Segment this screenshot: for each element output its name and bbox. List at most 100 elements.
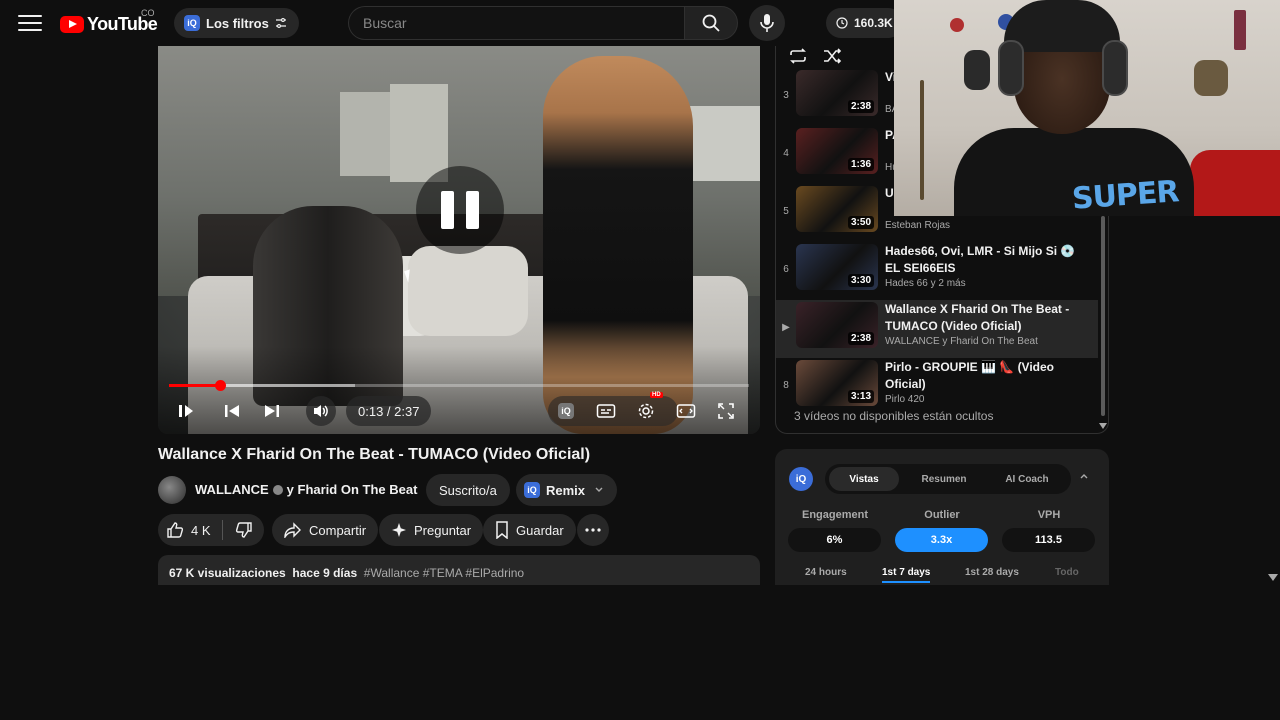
- menu-icon[interactable]: [18, 12, 42, 34]
- youtube-logo[interactable]: YouTube CO: [60, 8, 158, 36]
- playlist-item-thumbnail[interactable]: 2:38: [796, 70, 878, 116]
- remix-button[interactable]: iQ Remix: [516, 474, 618, 506]
- analytics-tabs: Vistas Resumen AI Coach: [825, 464, 1071, 494]
- country-code: CO: [141, 8, 155, 18]
- description-box[interactable]: 67 K visualizaciones hace 9 días #Wallan…: [158, 555, 760, 585]
- bookmark-icon: [496, 521, 508, 539]
- dislike-button[interactable]: [223, 514, 264, 546]
- next-button[interactable]: [258, 396, 286, 426]
- remix-label: Remix: [546, 482, 586, 498]
- playlist-item-thumbnail[interactable]: 2:38: [796, 302, 878, 348]
- subscriber-count: 160.3K: [854, 16, 893, 30]
- chevron-up-icon[interactable]: [1079, 471, 1089, 481]
- tab-resumen[interactable]: Resumen: [907, 467, 981, 491]
- metric-label-vph: VPH: [1037, 509, 1061, 521]
- hidden-videos-note: 3 vídeos no disponibles están ocultos: [794, 409, 994, 423]
- playlist-item-thumbnail[interactable]: 3:50: [796, 186, 878, 232]
- theater-mode-button[interactable]: [674, 396, 698, 426]
- pause-play-icon: [179, 405, 193, 417]
- center-pause-icon[interactable]: [416, 166, 504, 254]
- microphone-icon: [760, 14, 774, 32]
- playlist-item-thumbnail[interactable]: 3:30: [796, 244, 878, 290]
- metric-value-outlier: 3.3x: [895, 528, 988, 552]
- tab-ai-coach[interactable]: AI Coach: [987, 467, 1067, 491]
- sparkle-icon: [392, 523, 406, 537]
- channel-name-primary[interactable]: WALLANCE: [195, 482, 269, 497]
- like-button[interactable]: 4 K: [158, 514, 222, 546]
- playlist-item-duration: 3:50: [847, 216, 874, 229]
- voice-search-button[interactable]: [749, 5, 785, 41]
- headphones-icon: [998, 40, 1024, 96]
- iq-icon: iQ: [558, 403, 574, 419]
- channel-name-secondary[interactable]: y Fharid On The Beat: [287, 482, 418, 497]
- playlist-item[interactable]: ▶ 2:38 Wallance X Fharid On The Beat - TUM…: [776, 300, 1098, 358]
- filters-button[interactable]: iQ Los filtros: [174, 8, 299, 38]
- search-button[interactable]: [684, 6, 738, 40]
- share-button[interactable]: Compartir: [272, 514, 379, 546]
- volume-button[interactable]: [306, 396, 336, 426]
- volume-icon: [314, 405, 328, 417]
- save-button[interactable]: Guardar: [483, 514, 576, 546]
- shuffle-icon[interactable]: [822, 48, 842, 64]
- playlist-item-channel[interactable]: Esteban Rojas: [885, 220, 950, 231]
- range-24-hours[interactable]: 24 hours: [805, 567, 847, 578]
- settings-button[interactable]: HD: [634, 392, 663, 426]
- sliders-icon: [275, 18, 286, 28]
- subscriber-count-pill[interactable]: 160.3K: [826, 8, 903, 38]
- time-display: 0:13 / 2:37: [346, 396, 432, 426]
- search-box: [348, 6, 684, 40]
- video-frame-pillow: [408, 246, 528, 336]
- ask-button[interactable]: Preguntar: [379, 514, 484, 546]
- video-player[interactable]: 0:13 / 2:37 iQ HD: [158, 46, 760, 434]
- playlist-item-title[interactable]: Wallance X Fharid On The Beat - TUMACO (…: [885, 301, 1085, 335]
- save-label: Guardar: [516, 522, 564, 538]
- range-first-28-days[interactable]: 1st 28 days: [965, 567, 1019, 578]
- playlist-item-title[interactable]: Pirlo - GROUPIE 🎹 👠 (Video Oficial): [885, 359, 1085, 393]
- subtitles-icon: [596, 404, 616, 418]
- range-first-7-days[interactable]: 1st 7 days: [882, 567, 931, 583]
- channel-avatar[interactable]: [158, 476, 186, 504]
- playlist-item-index: 3: [783, 90, 789, 101]
- progress-played: [169, 384, 221, 387]
- filters-label: Los filtros: [206, 15, 269, 31]
- playlist-item-channel[interactable]: WALLANCE y Fharid On The Beat: [885, 336, 1038, 347]
- iq-player-button[interactable]: iQ: [554, 396, 578, 426]
- playlist-item[interactable]: 6 3:30 Hades66, Ovi, LMR - Si Mijo Si 💿 EL…: [776, 242, 1098, 300]
- playlist-item-title[interactable]: Hades66, Ovi, LMR - Si Mijo Si 💿 EL SEI6…: [885, 243, 1085, 277]
- playlist-item-thumbnail[interactable]: 3:13: [796, 360, 878, 406]
- page-scroll-down-icon[interactable]: [1268, 574, 1278, 581]
- playlist-scrollbar[interactable]: [1101, 216, 1105, 416]
- playlist-item[interactable]: 8 3:13 Pirlo - GROUPIE 🎹 👠 (Video Oficial)…: [776, 358, 1098, 416]
- hashtags[interactable]: #Wallance #TEMA #ElPadrino: [364, 566, 524, 580]
- scroll-down-arrow-icon[interactable]: [1098, 422, 1108, 430]
- range-all[interactable]: Todo: [1055, 567, 1079, 578]
- progress-scrubber[interactable]: [215, 380, 227, 391]
- play-pause-button[interactable]: [172, 396, 200, 426]
- metric-label-outlier: Outlier: [924, 509, 960, 521]
- channel-name[interactable]: WALLANCE y Fharid On The Beat: [195, 482, 417, 497]
- search-input[interactable]: [363, 15, 663, 31]
- playlist-item-channel[interactable]: Pirlo 420: [885, 394, 924, 405]
- subtitles-button[interactable]: [594, 396, 618, 426]
- playlist-item-duration: 3:30: [847, 274, 874, 287]
- playlist-item-duration: 2:38: [847, 100, 874, 113]
- playlist-item-index: 5: [783, 206, 789, 217]
- previous-button[interactable]: [218, 396, 246, 426]
- vidiq-logo[interactable]: iQ: [789, 467, 813, 491]
- webcam-chair: [1190, 150, 1280, 216]
- subscribe-button[interactable]: Suscrito/a: [426, 474, 510, 506]
- fullscreen-button[interactable]: [714, 396, 738, 426]
- more-horizontal-icon: [585, 528, 601, 532]
- playlist-item-channel[interactable]: Hades 66 y 2 más: [885, 278, 966, 289]
- webcam-background-object: [1234, 10, 1246, 50]
- progress-bar[interactable]: [169, 380, 749, 391]
- upload-age: hace 9 días: [292, 566, 358, 580]
- playlist-item-index: ▶: [782, 322, 790, 333]
- view-count: 67 K visualizaciones: [169, 566, 286, 580]
- playlist-item-thumbnail[interactable]: 1:36: [796, 128, 878, 174]
- more-actions-button[interactable]: [577, 514, 609, 546]
- skip-next-icon: [265, 405, 279, 417]
- tab-vistas[interactable]: Vistas: [829, 467, 899, 491]
- video-title: Wallance X Fharid On The Beat - TUMACO (…: [158, 446, 591, 463]
- loop-icon[interactable]: [788, 48, 808, 64]
